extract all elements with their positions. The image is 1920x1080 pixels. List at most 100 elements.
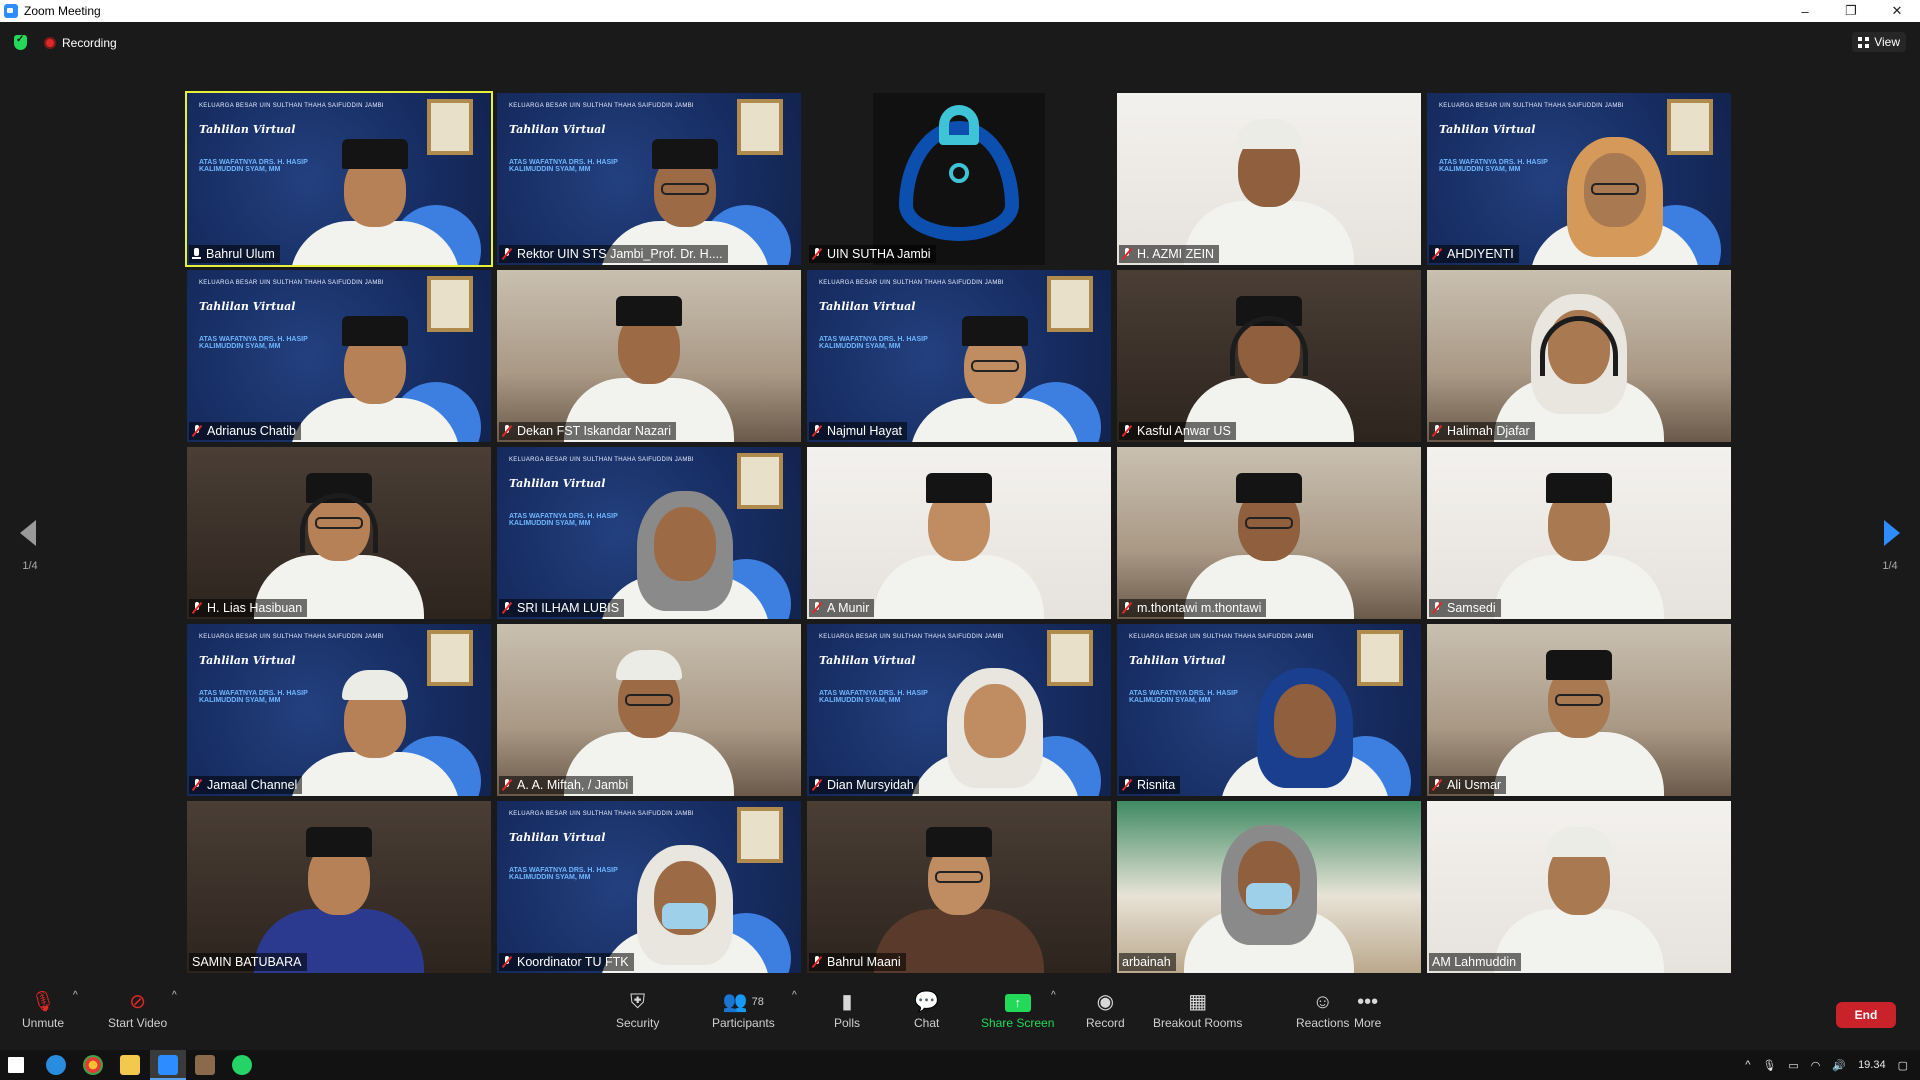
participant-video-tile[interactable]: KELUARGA BESAR UIN SULTHAN THAHA SAIFUDD…	[1427, 93, 1731, 265]
previous-page-arrow-icon[interactable]	[20, 520, 36, 546]
participant-video-tile[interactable]: m.thontawi m.thontawi	[1117, 447, 1421, 619]
participant-video-tile[interactable]: KELUARGA BESAR UIN SULTHAN THAHA SAIFUDD…	[807, 624, 1111, 796]
participant-video-tile[interactable]: Kasful Anwar US	[1117, 270, 1421, 442]
participant-video-tile[interactable]: AM Lahmuddin	[1427, 801, 1731, 973]
smiley-icon: ☺	[1312, 991, 1333, 1013]
volume-icon[interactable]: 🔊	[1832, 1059, 1846, 1072]
zoom-app-icon	[4, 4, 18, 18]
participant-count: 78	[751, 996, 764, 1008]
participant-figure	[910, 668, 1081, 796]
video-feed	[1427, 801, 1731, 973]
video-feed: KELUARGA BESAR UIN SULTHAN THAHA SAIFUDD…	[187, 93, 491, 265]
participant-name-bar: Najmul Hayat	[809, 422, 908, 440]
zoom-taskbar-icon[interactable]	[158, 1055, 178, 1075]
tray-chevron-icon[interactable]: ^	[1745, 1059, 1750, 1071]
restore-button[interactable]: ❐	[1828, 0, 1874, 22]
video-options-caret-icon[interactable]: ^	[172, 990, 177, 1001]
muted-mic-icon	[812, 956, 822, 968]
video-feed	[1427, 624, 1731, 796]
participant-video-tile[interactable]: KELUARGA BESAR UIN SULTHAN THAHA SAIFUDD…	[187, 624, 491, 796]
share-screen-button[interactable]: ↑ Share Screen	[981, 986, 1054, 1030]
participant-video-tile[interactable]: arbainah	[1117, 801, 1421, 973]
breakout-rooms-label: Breakout Rooms	[1153, 1016, 1243, 1030]
chat-button[interactable]: 💬 Chat	[914, 986, 939, 1030]
participants-button[interactable]: 👥 78 Participants	[712, 986, 775, 1030]
participant-name: UIN SUTHA Jambi	[827, 247, 931, 261]
edge-browser-icon[interactable]	[46, 1055, 66, 1075]
participants-caret-icon[interactable]: ^	[792, 990, 797, 1001]
muted-mic-icon	[502, 425, 512, 437]
participant-video-tile[interactable]: Dekan FST Iskandar Nazari	[497, 270, 801, 442]
share-screen-icon-wrap: ↑	[1004, 986, 1031, 1012]
close-button[interactable]: ✕	[1874, 0, 1920, 22]
participant-video-tile[interactable]: H. AZMI ZEIN	[1117, 93, 1421, 265]
participant-video-tile[interactable]: KELUARGA BESAR UIN SULTHAN THAHA SAIFUDD…	[1117, 624, 1421, 796]
participant-video-tile[interactable]: KELUARGA BESAR UIN SULTHAN THAHA SAIFUDD…	[497, 93, 801, 265]
start-video-button[interactable]: ⊘ Start Video	[108, 986, 167, 1030]
video-feed	[1427, 270, 1731, 442]
participant-video-tile[interactable]: Ali Usmar	[1427, 624, 1731, 796]
participant-name-bar: Koordinator TU FTK	[499, 953, 634, 971]
muted-mic-icon	[812, 779, 822, 791]
video-feed: KELUARGA BESAR UIN SULTHAN THAHA SAIFUDD…	[187, 624, 491, 796]
participant-video-tile[interactable]: KELUARGA BESAR UIN SULTHAN THAHA SAIFUDD…	[807, 270, 1111, 442]
participant-name: Ali Usmar	[1447, 778, 1502, 792]
whatsapp-icon[interactable]	[232, 1055, 252, 1075]
minimize-button[interactable]: –	[1782, 0, 1828, 22]
security-label: Security	[616, 1016, 660, 1030]
participant-video-tile[interactable]: Bahrul Maani	[807, 801, 1111, 973]
participant-video-tile[interactable]: Halimah Djafar	[1427, 270, 1731, 442]
muted-mic-icon	[192, 602, 202, 614]
end-meeting-button[interactable]: End	[1836, 1002, 1896, 1028]
participant-figure	[290, 670, 461, 796]
participant-name: Jamaal Channel	[207, 778, 298, 792]
video-feed	[807, 447, 1111, 619]
notifications-icon[interactable]: ▢	[1898, 1059, 1908, 1072]
video-feed	[187, 447, 491, 619]
mic-icon	[192, 248, 201, 260]
participant-name: m.thontawi m.thontawi	[1137, 601, 1262, 615]
share-options-caret-icon[interactable]: ^	[1051, 990, 1056, 1001]
participant-video-tile[interactable]: SAMIN BATUBARA	[187, 801, 491, 973]
portrait-frame	[1047, 276, 1093, 332]
participant-name: Risnita	[1137, 778, 1176, 792]
reactions-button[interactable]: ☺ Reactions	[1296, 986, 1349, 1030]
participant-video-tile[interactable]: KELUARGA BESAR UIN SULTHAN THAHA SAIFUDD…	[187, 270, 491, 442]
participant-video-tile[interactable]: KELUARGA BESAR UIN SULTHAN THAHA SAIFUDD…	[497, 801, 801, 973]
audio-options-caret-icon[interactable]: ^	[73, 990, 78, 1001]
participant-name-bar: m.thontawi m.thontawi	[1119, 599, 1267, 617]
participant-video-tile[interactable]: KELUARGA BESAR UIN SULTHAN THAHA SAIFUDD…	[497, 447, 801, 619]
participant-video-tile[interactable]: H. Lias Hasibuan	[187, 447, 491, 619]
record-button[interactable]: ◉ Record	[1086, 986, 1125, 1030]
participant-video-tile[interactable]: UIN SUTHA Jambi	[807, 93, 1111, 265]
video-feed	[1427, 447, 1731, 619]
app-taskbar-icon[interactable]	[195, 1055, 215, 1075]
participants-label: Participants	[712, 1016, 775, 1030]
participant-name: Kasful Anwar US	[1137, 424, 1231, 438]
participant-name-bar: A. A. Miftah, / Jambi	[499, 776, 634, 794]
next-page-arrow-icon[interactable]	[1884, 520, 1900, 546]
chrome-browser-icon[interactable]	[83, 1055, 103, 1075]
clock-time[interactable]: 19.34	[1858, 1059, 1886, 1071]
wifi-icon[interactable]: ◠	[1811, 1059, 1821, 1072]
polls-button[interactable]: ▮ Polls	[834, 986, 860, 1030]
participant-video-tile[interactable]: Samsedi	[1427, 447, 1731, 619]
view-button[interactable]: View	[1852, 32, 1906, 52]
participant-video-tile[interactable]: A. A. Miftah, / Jambi	[497, 624, 801, 796]
unmute-button[interactable]: 🎙 Unmute	[22, 986, 64, 1030]
recording-indicator[interactable]: Recording	[44, 36, 117, 50]
participant-video-tile[interactable]: KELUARGA BESAR UIN SULTHAN THAHA SAIFUDD…	[185, 91, 493, 267]
breakout-rooms-button[interactable]: ▦ Breakout Rooms	[1153, 986, 1242, 1030]
more-button[interactable]: ••• More	[1354, 986, 1381, 1030]
banner-headline: Tahlilan Virtual	[1439, 123, 1536, 136]
tray-mic-icon[interactable]: 🎙	[1762, 1059, 1776, 1072]
participant-name-bar: SAMIN BATUBARA	[189, 953, 307, 971]
file-explorer-icon[interactable]	[120, 1055, 140, 1075]
windows-start-icon[interactable]	[8, 1057, 24, 1073]
security-button[interactable]: ⛨ Security	[616, 986, 659, 1030]
muted-mic-icon	[1122, 425, 1132, 437]
battery-icon[interactable]: ▭	[1788, 1059, 1798, 1072]
participant-video-tile[interactable]: A Munir	[807, 447, 1111, 619]
video-feed: KELUARGA BESAR UIN SULTHAN THAHA SAIFUDD…	[807, 624, 1111, 796]
security-shield-icon[interactable]	[14, 34, 27, 50]
